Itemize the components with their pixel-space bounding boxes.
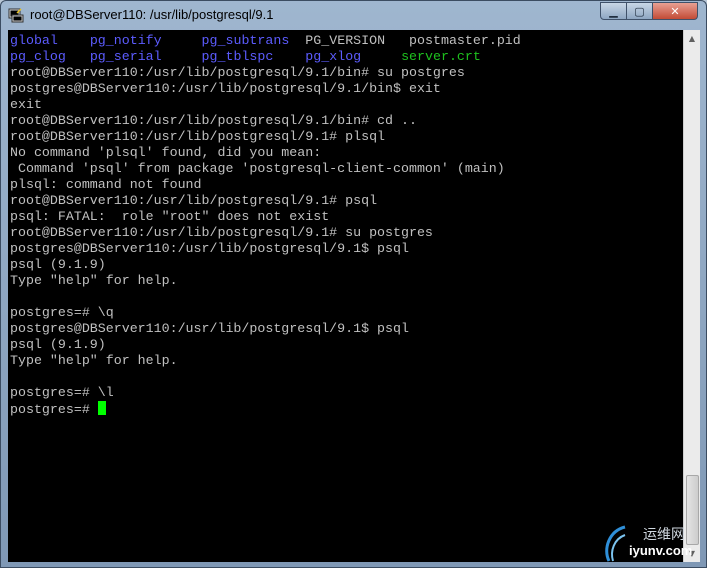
ls-entry: pg_tblspc — [201, 49, 274, 64]
terminal-line: exit — [10, 97, 42, 112]
vertical-scrollbar[interactable]: ▲ ▼ — [683, 30, 700, 562]
maximize-button[interactable]: ▢ — [627, 2, 653, 20]
terminal-line: Type "help" for help. — [10, 353, 178, 368]
terminal-line: postgres=# \q — [10, 305, 114, 320]
terminal-line: psql: FATAL: role "root" does not exist — [10, 209, 330, 224]
ls-entry: pg_notify — [89, 33, 162, 48]
window-controls: ▁ ▢ ✕ — [600, 2, 698, 20]
ls-entry: pg_clog — [10, 49, 66, 64]
up-arrow-icon: ▲ — [688, 34, 696, 43]
ls-entry: pg_xlog — [305, 49, 362, 64]
minimize-button[interactable]: ▁ — [600, 2, 627, 20]
minimize-icon: ▁ — [609, 4, 618, 18]
terminal-output[interactable]: global pg_notify pg_subtrans PG_VERSION … — [8, 30, 683, 562]
terminal-prompt-line[interactable]: postgres=# — [10, 401, 106, 417]
watermark-text-url: iyunv.com — [629, 543, 693, 558]
terminal-line: postgres=# \l — [10, 385, 114, 400]
terminal-line: postgres@DBServer110:/usr/lib/postgresql… — [10, 321, 409, 336]
terminal-line: root@DBServer110:/usr/lib/postgresql/9.1… — [10, 65, 465, 80]
terminal-line: root@DBServer110:/usr/lib/postgresql/9.1… — [10, 193, 378, 208]
close-button[interactable]: ✕ — [653, 2, 698, 20]
putty-terminal-icon — [8, 8, 24, 23]
ls-output-row-2: pg_clog pg_serial pg_tblspc pg_xlog serv… — [10, 49, 481, 65]
scroll-up-button[interactable]: ▲ — [684, 30, 700, 47]
terminal-line: plsql: command not found — [10, 177, 202, 192]
ls-entry: pg_subtrans — [201, 33, 290, 48]
window-title: root@DBServer110: /usr/lib/postgresql/9.… — [30, 7, 274, 22]
prompt-text: postgres=# — [10, 402, 98, 417]
terminal-line: Type "help" for help. — [10, 273, 178, 288]
terminal-line: root@DBServer110:/usr/lib/postgresql/9.1… — [10, 225, 433, 240]
ls-entry: global — [10, 33, 58, 48]
terminal-window: root@DBServer110: /usr/lib/postgresql/9.… — [0, 0, 707, 568]
terminal-line: postgres@DBServer110:/usr/lib/postgresql… — [10, 241, 409, 256]
ls-entry: PG_VERSION — [305, 33, 386, 48]
terminal-line: Command 'psql' from package 'postgresql-… — [10, 161, 505, 176]
text-cursor — [97, 401, 106, 415]
watermark-text-cn: 运维网 — [643, 526, 685, 542]
terminal-line: postgres@DBServer110:/usr/lib/postgresql… — [10, 81, 441, 96]
ls-entry: server.crt — [401, 49, 481, 64]
title-bar[interactable]: root@DBServer110: /usr/lib/postgresql/9.… — [1, 1, 706, 29]
site-watermark: 运维网 iyunv.com — [601, 521, 701, 566]
ls-entry: pg_serial — [89, 49, 162, 64]
ls-output-row-1: global pg_notify pg_subtrans PG_VERSION … — [10, 33, 521, 49]
terminal-line: psql (9.1.9) — [10, 337, 106, 352]
terminal-line: No command 'plsql' found, did you mean: — [10, 145, 322, 160]
terminal-line: root@DBServer110:/usr/lib/postgresql/9.1… — [10, 113, 417, 128]
ls-entry: postmaster.pid — [409, 33, 521, 48]
maximize-icon: ▢ — [634, 4, 645, 18]
terminal-line: psql (9.1.9) — [10, 257, 106, 272]
close-icon: ✕ — [670, 4, 680, 18]
terminal-line: root@DBServer110:/usr/lib/postgresql/9.1… — [10, 129, 386, 144]
